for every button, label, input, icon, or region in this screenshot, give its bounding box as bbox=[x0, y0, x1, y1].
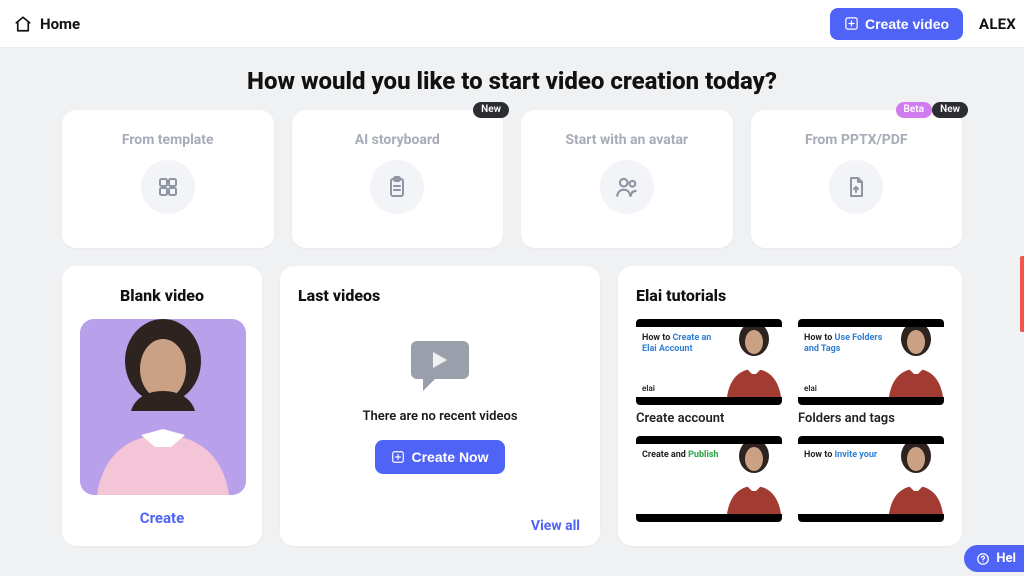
panels-row: Blank video Create Last videos There are… bbox=[0, 248, 1024, 546]
tutorial-thumbnail: How to Invite your bbox=[798, 436, 944, 522]
panel-title: Last videos bbox=[298, 286, 380, 305]
option-title: From template bbox=[122, 132, 214, 148]
tutorial-card[interactable]: How to Invite your bbox=[798, 436, 944, 528]
option-from-template[interactable]: From template bbox=[62, 110, 274, 248]
clipboard-icon bbox=[370, 160, 424, 214]
people-icon bbox=[600, 160, 654, 214]
tutorial-card[interactable]: Create and Publish bbox=[636, 436, 782, 528]
tutorial-thumbnail: How to Create an Elai Account elai bbox=[636, 319, 782, 405]
last-videos-panel: Last videos There are no recent videos C… bbox=[280, 266, 600, 546]
add-video-icon bbox=[391, 450, 405, 464]
grid-icon bbox=[141, 160, 195, 214]
empty-state-text: There are no recent videos bbox=[362, 409, 517, 424]
blank-video-panel: Blank video Create bbox=[62, 266, 262, 546]
home-icon bbox=[14, 15, 32, 33]
panel-title: Blank video bbox=[80, 286, 244, 305]
help-icon bbox=[976, 552, 990, 566]
option-title: Start with an avatar bbox=[565, 132, 688, 148]
tutorial-thumbnail: Create and Publish bbox=[636, 436, 782, 522]
tutorial-card[interactable]: How to Use Folders and Tags elai Folders… bbox=[798, 319, 944, 426]
breadcrumb[interactable]: Home bbox=[14, 15, 80, 33]
username[interactable]: ALEX bbox=[979, 15, 1016, 33]
create-now-button[interactable]: Create Now bbox=[375, 440, 504, 474]
option-title: AI storyboard bbox=[355, 132, 440, 148]
create-now-label: Create Now bbox=[411, 449, 488, 465]
hero-title: How would you like to start video creati… bbox=[202, 66, 822, 96]
page-title: Home bbox=[40, 15, 80, 33]
file-upload-icon bbox=[829, 160, 883, 214]
help-label: Hel bbox=[996, 551, 1016, 566]
badge-new: New bbox=[473, 102, 509, 118]
option-title: From PPTX/PDF bbox=[805, 132, 908, 148]
video-chat-icon bbox=[409, 337, 471, 393]
tutorial-label: Folders and tags bbox=[798, 411, 944, 426]
option-from-pptx-pdf[interactable]: Beta New From PPTX/PDF bbox=[751, 110, 963, 248]
tutorials-panel: Elai tutorials How to Create an Elai Acc… bbox=[618, 266, 962, 546]
tutorial-label: Create account bbox=[636, 411, 782, 426]
creation-options: From template New AI storyboard Start wi… bbox=[0, 110, 1024, 248]
badge-beta: Beta bbox=[896, 102, 932, 118]
help-button[interactable]: Hel bbox=[964, 545, 1024, 572]
option-start-with-avatar[interactable]: Start with an avatar bbox=[521, 110, 733, 248]
tutorial-thumbnail: How to Use Folders and Tags elai bbox=[798, 319, 944, 405]
scroll-indicator bbox=[1020, 256, 1024, 332]
tutorial-card[interactable]: How to Create an Elai Account elai Creat… bbox=[636, 319, 782, 426]
add-video-icon bbox=[844, 16, 859, 31]
badge-new: New bbox=[932, 102, 968, 118]
create-video-button[interactable]: Create video bbox=[830, 8, 963, 40]
avatar-thumbnail[interactable] bbox=[80, 319, 246, 495]
topbar: Home Create video ALEX bbox=[0, 0, 1024, 48]
create-video-label: Create video bbox=[865, 16, 949, 32]
panel-title: Elai tutorials bbox=[636, 286, 944, 305]
create-blank-button[interactable]: Create bbox=[140, 509, 184, 527]
option-ai-storyboard[interactable]: New AI storyboard bbox=[292, 110, 504, 248]
view-all-link[interactable]: View all bbox=[531, 518, 580, 534]
